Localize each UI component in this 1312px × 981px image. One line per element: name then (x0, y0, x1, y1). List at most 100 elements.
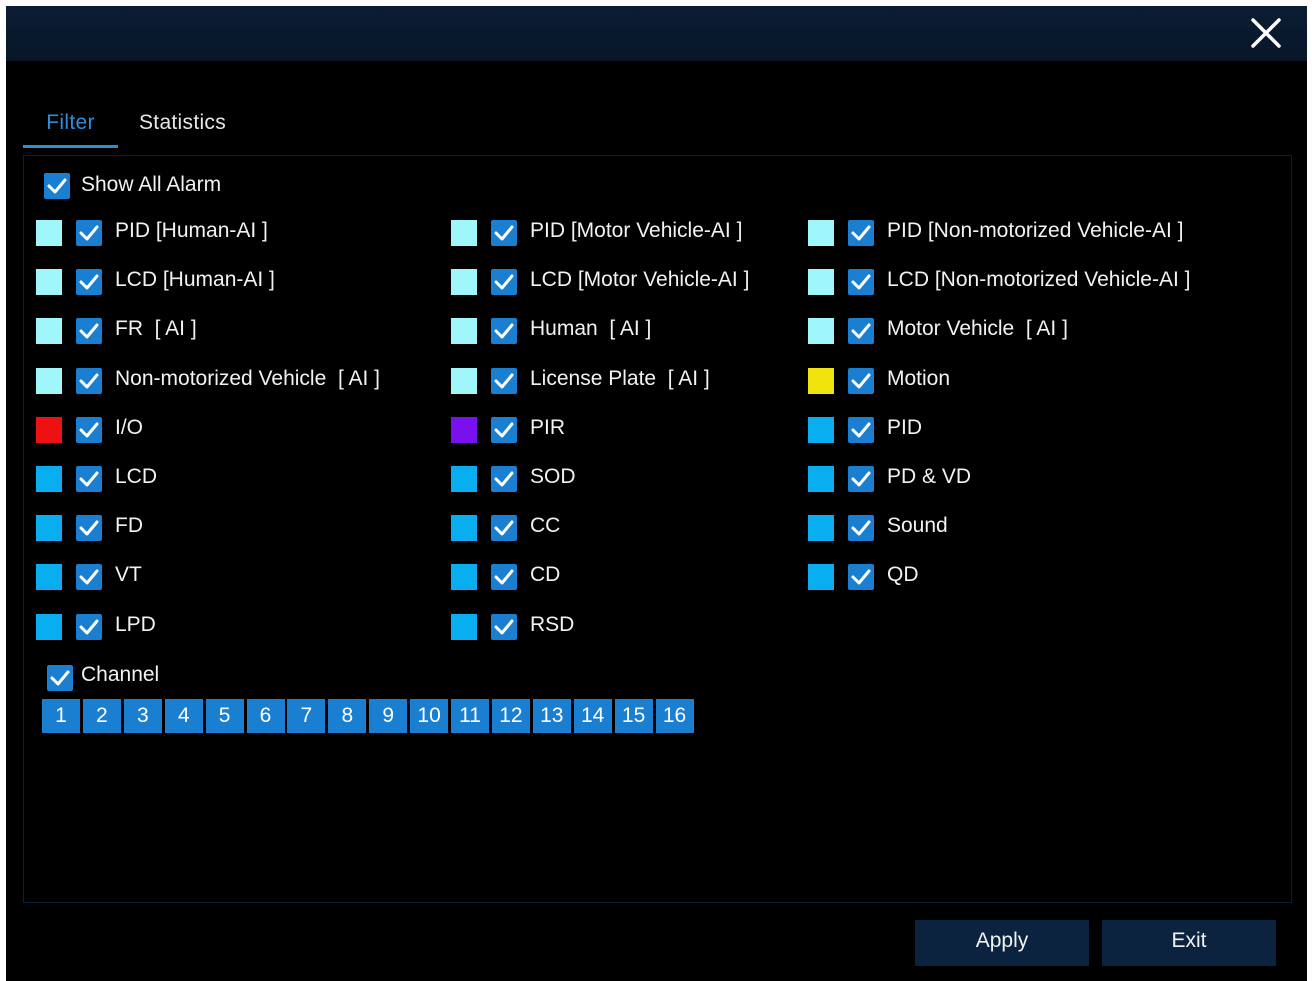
tab-statistics[interactable]: Statistics (139, 101, 249, 145)
alarm-type-checkbox[interactable] (76, 614, 102, 640)
alarm-type-checkbox[interactable] (491, 318, 517, 344)
alarm-type-checkbox[interactable] (848, 318, 874, 344)
close-button[interactable] (1245, 14, 1285, 54)
alarm-type-label: Motion (887, 367, 951, 390)
alarm-type-checkbox[interactable] (848, 269, 874, 295)
alarm-type-checkbox[interactable] (848, 368, 874, 394)
alarm-type-label: PID [Non-motorized Vehicle-AI ] (887, 219, 1184, 242)
show-all-alarm-label: Show All Alarm (81, 173, 222, 196)
check-icon (851, 569, 871, 585)
check-icon (494, 373, 514, 389)
alarm-color-swatch (36, 318, 62, 344)
alarm-color-swatch (36, 515, 62, 541)
channel-button[interactable]: 11 (451, 699, 489, 733)
channel-button[interactable]: 4 (164, 699, 203, 733)
alarm-type-label: VT (115, 563, 142, 586)
alarm-filter-dialog: Filter Statistics Show All Alarm PID [Hum… (6, 6, 1307, 981)
check-icon (494, 569, 514, 585)
check-icon (50, 670, 70, 686)
close-icon (1251, 18, 1281, 48)
channel-button[interactable]: 5 (205, 699, 244, 733)
alarm-type-checkbox[interactable] (76, 220, 102, 246)
title-bar (6, 6, 1307, 61)
check-icon (494, 520, 514, 536)
check-icon (851, 373, 871, 389)
alarm-type-checkbox[interactable] (76, 269, 102, 295)
alarm-type-checkbox[interactable] (491, 515, 517, 541)
alarm-type-label: Motor Vehicle [ AI ] (887, 317, 1068, 340)
channel-button[interactable]: 6 (246, 699, 285, 733)
alarm-type-label: LCD [Human-AI ] (115, 268, 275, 291)
alarm-type-label: PD & VD (887, 465, 972, 488)
alarm-type-label: CD (530, 563, 561, 586)
alarm-type-label: License Plate [ AI ] (530, 367, 710, 390)
alarm-type-checkbox[interactable] (76, 466, 102, 492)
alarm-color-swatch (451, 368, 477, 394)
channel-button[interactable]: 2 (82, 699, 121, 733)
check-icon (494, 274, 514, 290)
alarm-type-checkbox[interactable] (76, 564, 102, 590)
alarm-color-swatch (36, 269, 62, 295)
alarm-type-checkbox[interactable] (76, 318, 102, 344)
alarm-type-checkbox[interactable] (491, 564, 517, 590)
alarm-type-checkbox[interactable] (491, 614, 517, 640)
alarm-type-label: QD (887, 563, 919, 586)
check-icon (79, 471, 99, 487)
alarm-type-checkbox[interactable] (848, 417, 874, 443)
alarm-color-swatch (36, 417, 62, 443)
check-icon (851, 225, 871, 241)
alarm-type-checkbox[interactable] (491, 220, 517, 246)
channel-button[interactable]: 12 (491, 699, 530, 733)
channel-button[interactable]: 1 (42, 699, 80, 733)
channel-button[interactable]: 15 (614, 699, 653, 733)
alarm-type-label: FD (115, 514, 143, 537)
alarm-color-swatch (451, 318, 477, 344)
channel-button[interactable]: 3 (123, 699, 162, 733)
channel-button[interactable]: 8 (328, 699, 367, 733)
check-icon (79, 323, 99, 339)
apply-button[interactable]: Apply (915, 920, 1089, 966)
alarm-type-checkbox[interactable] (76, 368, 102, 394)
alarm-type-label: LCD [Non-motorized Vehicle-AI ] (887, 268, 1191, 291)
alarm-color-swatch (36, 466, 62, 492)
check-icon (851, 422, 871, 438)
check-icon (79, 569, 99, 585)
alarm-type-checkbox[interactable] (491, 417, 517, 443)
alarm-color-swatch (451, 466, 477, 492)
check-icon (494, 422, 514, 438)
channel-button[interactable]: 10 (410, 699, 449, 733)
alarm-type-label: CC (530, 514, 561, 537)
alarm-color-swatch (36, 564, 62, 590)
alarm-color-swatch (451, 269, 477, 295)
check-icon (79, 619, 99, 635)
alarm-type-label: SOD (530, 465, 576, 488)
tab-filter[interactable]: Filter (23, 101, 118, 148)
alarm-type-checkbox[interactable] (848, 564, 874, 590)
channel-button[interactable]: 13 (532, 699, 571, 733)
check-icon (851, 274, 871, 290)
alarm-type-label: FR [ AI ] (115, 317, 197, 340)
alarm-type-checkbox[interactable] (848, 220, 874, 246)
alarm-type-checkbox[interactable] (848, 515, 874, 541)
alarm-type-label: Non-motorized Vehicle [ AI ] (115, 367, 380, 390)
alarm-color-swatch (451, 515, 477, 541)
alarm-type-checkbox[interactable] (491, 269, 517, 295)
alarm-color-swatch (808, 220, 834, 246)
channel-checkbox[interactable] (47, 665, 73, 691)
channel-button[interactable]: 7 (287, 699, 326, 733)
alarm-type-label: Sound (887, 514, 948, 537)
alarm-type-checkbox[interactable] (491, 368, 517, 394)
alarm-type-checkbox[interactable] (848, 466, 874, 492)
check-icon (47, 178, 67, 194)
channel-button[interactable]: 16 (655, 699, 694, 733)
show-all-alarm-checkbox[interactable] (44, 173, 70, 199)
exit-button[interactable]: Exit (1102, 920, 1276, 966)
channel-button[interactable]: 14 (573, 699, 612, 733)
alarm-type-checkbox[interactable] (491, 466, 517, 492)
alarm-type-checkbox[interactable] (76, 515, 102, 541)
alarm-type-checkbox[interactable] (76, 417, 102, 443)
alarm-type-label: Human [ AI ] (530, 317, 652, 340)
alarm-type-label: RSD (530, 613, 575, 636)
channel-button[interactable]: 9 (369, 699, 408, 733)
check-icon (494, 225, 514, 241)
